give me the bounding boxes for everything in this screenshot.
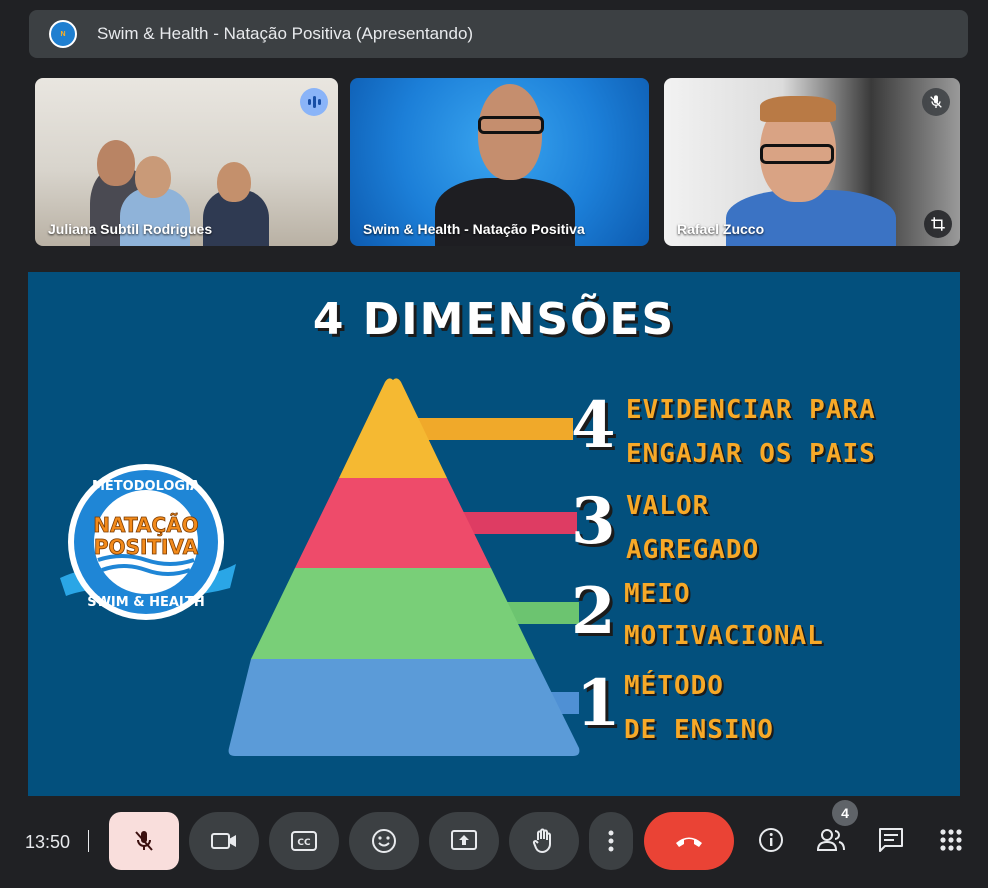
raise-hand-icon [532, 828, 551, 853]
slide-title: 4 DIMENSÕES [312, 294, 676, 345]
svg-text:CC: CC [297, 838, 311, 848]
level-number-1: 1 [576, 666, 621, 741]
people-button[interactable] [811, 820, 851, 860]
video-figure [760, 96, 836, 122]
pyramid-diagram [228, 378, 580, 756]
call-end-icon [676, 837, 702, 847]
reactions-button[interactable] [349, 812, 419, 870]
captions-icon: CC [291, 831, 317, 851]
raise-hand-button[interactable] [509, 812, 579, 870]
level-label-2-line1: MEIO [624, 579, 691, 609]
video-figure [135, 156, 171, 198]
level-label-1-line2: DE ENSINO [624, 715, 774, 745]
participant-tile-presenter[interactable]: Swim & Health - Natação Positiva [350, 78, 649, 246]
level-label-1-line1: MÉTODO [624, 671, 724, 701]
divider [88, 830, 89, 852]
glasses-icon [760, 144, 834, 164]
call-controls-bar: 13:50 CC 4 [0, 800, 988, 888]
pyramid-level-3 [295, 478, 491, 568]
mic-off-icon [922, 88, 950, 116]
glasses-icon [478, 116, 544, 134]
logo-text-top: METODOLOGIA [92, 479, 200, 494]
camera-toggle-button[interactable] [189, 812, 259, 870]
video-figure [217, 162, 251, 202]
participant-name: Rafael Zucco [677, 221, 765, 237]
meeting-logo-icon: N [49, 20, 77, 48]
emoji-icon [372, 829, 396, 853]
chat-button[interactable] [871, 820, 911, 860]
participant-name: Swim & Health - Natação Positiva [363, 221, 585, 237]
crop-icon[interactable] [924, 210, 952, 238]
level-label-4-line1: EVIDENCIAR PARA [626, 395, 876, 425]
pyramid-level-2 [251, 568, 535, 659]
pyramid-level-1 [228, 659, 580, 756]
present-icon [451, 830, 477, 850]
captions-button[interactable]: CC [269, 812, 339, 870]
meeting-title: Swim & Health - Natação Positiva (Aprese… [97, 24, 474, 43]
people-icon [816, 829, 845, 851]
speaking-indicator-icon [300, 88, 328, 116]
mic-toggle-button[interactable] [109, 812, 179, 870]
level-number-3: 3 [571, 484, 616, 559]
meeting-title-bar: N Swim & Health - Natação Positiva (Apre… [29, 10, 968, 58]
level-number-4: 4 [571, 388, 616, 463]
meeting-clock: 13:50 [25, 832, 71, 852]
more-vert-icon [608, 830, 614, 852]
camera-icon [211, 833, 236, 849]
people-count-badge: 4 [832, 800, 858, 826]
logo-text-middle1: NATAÇÃO [93, 513, 198, 537]
level-number-2: 2 [571, 574, 616, 649]
leave-call-button[interactable] [644, 812, 734, 870]
level-label-4-line2: ENGAJAR OS PAIS [626, 439, 876, 469]
video-figure [97, 140, 135, 186]
level-label-3-line1: VALOR [626, 491, 710, 521]
info-icon [759, 828, 783, 852]
level-label-3-line2: AGREGADO [626, 535, 760, 565]
participant-tile-juliana[interactable]: Juliana Subtil Rodrigues [35, 78, 338, 246]
logo-text-bottom: SWIM & HEALTH [87, 595, 205, 610]
mic-off-icon [135, 831, 153, 851]
meeting-info-button[interactable] [751, 820, 791, 860]
level-label-2-line2: MOTIVACIONAL [624, 621, 824, 651]
participant-tile-rafael[interactable]: Rafael Zucco [664, 78, 960, 246]
connector-bar-4 [413, 418, 573, 440]
presentation-slide: 4 DIMENSÕES METODOLOGIA NATAÇÃO POSITIVA… [28, 272, 960, 796]
apps-icon [940, 829, 962, 851]
logo-text-middle2: POSITIVA [94, 535, 199, 559]
more-options-button[interactable] [589, 812, 633, 870]
participant-name: Juliana Subtil Rodrigues [48, 221, 213, 237]
connector-bar-3 [455, 512, 577, 534]
present-screen-button[interactable] [429, 812, 499, 870]
activities-button[interactable] [931, 820, 971, 860]
chat-icon [879, 828, 903, 852]
natacao-positiva-logo-icon: METODOLOGIA NATAÇÃO POSITIVA SWIM & HEAL… [60, 464, 236, 620]
